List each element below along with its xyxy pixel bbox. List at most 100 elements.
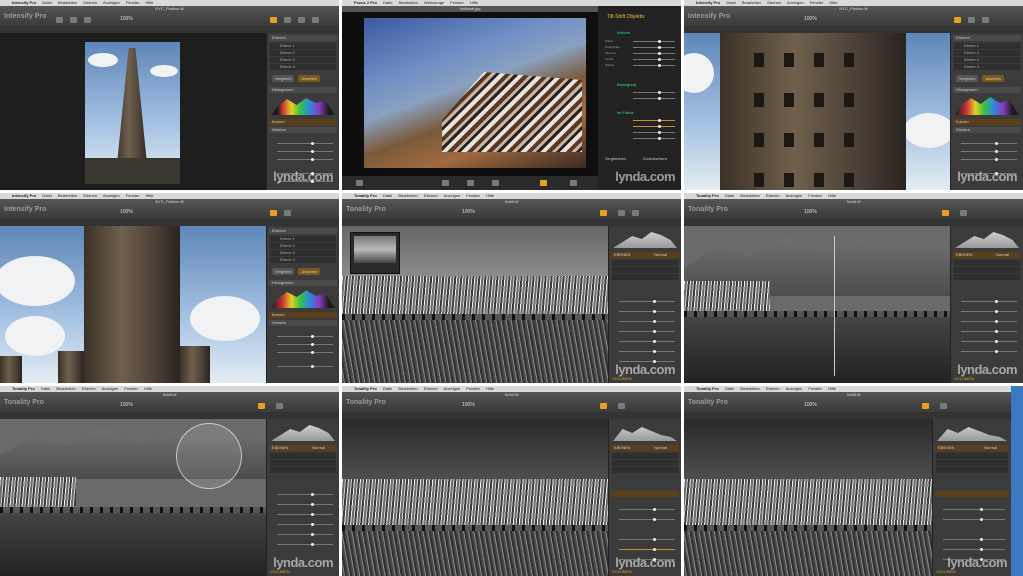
image-canvas[interactable] xyxy=(0,33,266,190)
export-icon[interactable] xyxy=(84,17,91,23)
image-canvas[interactable] xyxy=(342,12,598,176)
slider[interactable] xyxy=(619,310,675,313)
menu-datei[interactable]: Datei xyxy=(383,0,392,5)
layer-row[interactable] xyxy=(936,467,1008,473)
hand-tool-icon[interactable] xyxy=(618,403,625,409)
layer-row[interactable]: Ebene 3 xyxy=(270,57,336,63)
layer-row[interactable] xyxy=(270,460,336,466)
slider[interactable] xyxy=(277,150,333,153)
section-bewegung[interactable]: Bewegung xyxy=(617,82,636,87)
slider[interactable] xyxy=(943,518,1005,521)
layer-row[interactable] xyxy=(954,274,1020,280)
tool-icon[interactable] xyxy=(540,180,547,186)
layers-header[interactable]: Ebenen xyxy=(953,35,1021,41)
image-canvas[interactable] xyxy=(684,33,950,190)
layer-row[interactable]: Ebene 1 xyxy=(270,43,336,49)
layers-header[interactable]: EBENEN Normal xyxy=(611,445,679,451)
slider[interactable] xyxy=(633,58,675,61)
compare-button[interactable]: Vergleich xyxy=(272,268,295,275)
image-canvas[interactable] xyxy=(0,419,266,576)
menu-datei[interactable]: Datei xyxy=(383,193,392,198)
layers-header[interactable]: EBENEN Normal xyxy=(269,445,337,451)
view-button[interactable]: Ansehen xyxy=(982,75,1005,82)
menu-anzeigen[interactable]: Anzeigen xyxy=(786,386,803,391)
compare-button[interactable]: Vergleich xyxy=(956,75,979,82)
menu-bearbeiten[interactable]: Bearbeiten xyxy=(398,386,417,391)
slider[interactable] xyxy=(277,351,333,354)
zoom-level[interactable]: 100% xyxy=(120,402,133,408)
menu-anzeigen[interactable]: Anzeigen xyxy=(102,386,119,391)
curves-header[interactable]: Kurven xyxy=(953,119,1021,125)
hand-tool-icon[interactable] xyxy=(618,210,625,216)
slider[interactable] xyxy=(277,158,333,161)
menu-fenster[interactable]: Fenster xyxy=(808,386,822,391)
menu-fenster[interactable]: Fenster xyxy=(124,386,138,391)
menu-ebenen[interactable]: Ebenen xyxy=(424,386,438,391)
eraser-tool-icon[interactable] xyxy=(298,17,305,23)
menu-ebenen[interactable]: Ebenen xyxy=(83,193,97,198)
slider[interactable] xyxy=(961,320,1017,323)
brush-tool-icon[interactable] xyxy=(284,210,291,216)
slider[interactable] xyxy=(619,330,675,333)
slider[interactable] xyxy=(633,137,675,140)
histogram-header[interactable]: Histogramm xyxy=(269,87,337,93)
slider[interactable] xyxy=(633,119,675,122)
zoom-level[interactable]: 100% xyxy=(804,16,817,22)
menu-datei[interactable]: Datei xyxy=(42,193,51,198)
menu-bearbeiten[interactable]: Bearbeiten xyxy=(399,0,418,5)
menu-bearbeiten[interactable]: Bearbeiten xyxy=(58,193,77,198)
slider[interactable] xyxy=(619,508,675,511)
hand-tool-icon[interactable] xyxy=(960,210,967,216)
menu-hilfe[interactable]: Hilfe xyxy=(146,0,154,5)
slider[interactable] xyxy=(961,330,1017,333)
section-header[interactable] xyxy=(611,491,679,497)
menu-ebenen[interactable]: Ebenen xyxy=(424,193,438,198)
tool-icon[interactable] xyxy=(492,180,499,186)
curves-header[interactable]: Kurven xyxy=(269,312,337,318)
slider[interactable] xyxy=(961,340,1017,343)
layers-header[interactable]: EBENEN Normal xyxy=(611,252,679,258)
tool-icon[interactable] xyxy=(570,180,577,186)
compare-button[interactable]: Vergleichen xyxy=(605,156,626,161)
slider[interactable] xyxy=(961,158,1017,161)
menu-fenster[interactable]: Fenster xyxy=(466,193,480,198)
slider[interactable] xyxy=(277,142,333,145)
layer-row[interactable]: Ebene 1 xyxy=(954,43,1020,49)
menu-bearbeiten[interactable]: Bearbeiten xyxy=(740,386,759,391)
layers-header[interactable]: EBENEN Normal xyxy=(935,445,1009,451)
slider[interactable] xyxy=(961,310,1017,313)
layer-row[interactable]: Ebene 2 xyxy=(954,50,1020,56)
layer-row[interactable] xyxy=(936,453,1008,459)
layer-row[interactable] xyxy=(270,467,336,473)
compare-icon[interactable] xyxy=(942,210,949,216)
layer-row[interactable] xyxy=(270,453,336,459)
section-weiche[interactable]: Weiche xyxy=(617,30,630,35)
compare-icon[interactable] xyxy=(922,403,929,409)
menu-hilfe[interactable]: Hilfe xyxy=(470,0,478,5)
slider[interactable] xyxy=(633,91,675,94)
tool-icon[interactable] xyxy=(467,180,474,186)
slider[interactable] xyxy=(961,300,1017,303)
layer-row[interactable]: Ebene 4 xyxy=(270,257,336,263)
menu-app-name[interactable]: Intensify Pro xyxy=(12,0,36,5)
hand-tool-icon[interactable] xyxy=(270,210,277,216)
slider[interactable] xyxy=(277,533,333,536)
hand-tool-icon[interactable] xyxy=(270,17,277,23)
compare-button[interactable]: Vergleich xyxy=(272,75,295,82)
menu-anzeigen[interactable]: Anzeigen xyxy=(787,0,804,5)
layer-row[interactable] xyxy=(612,260,678,266)
slider[interactable] xyxy=(277,513,333,516)
brush-tool-icon[interactable] xyxy=(968,17,975,23)
navigator-popup[interactable] xyxy=(350,232,400,274)
tool-icon[interactable] xyxy=(356,180,363,186)
menu-fenster[interactable]: Fenster xyxy=(126,193,140,198)
layers-header[interactable]: Ebenen xyxy=(269,228,337,234)
slider[interactable] xyxy=(619,518,675,521)
tool-icon[interactable] xyxy=(442,180,449,186)
slider[interactable] xyxy=(277,543,333,546)
slider[interactable] xyxy=(619,320,675,323)
curves-header[interactable]: Kurven xyxy=(269,119,337,125)
menu-werkzeuge[interactable]: Werkzeuge xyxy=(424,0,444,5)
menu-anzeigen[interactable]: Anzeigen xyxy=(786,193,803,198)
slider[interactable] xyxy=(277,503,333,506)
